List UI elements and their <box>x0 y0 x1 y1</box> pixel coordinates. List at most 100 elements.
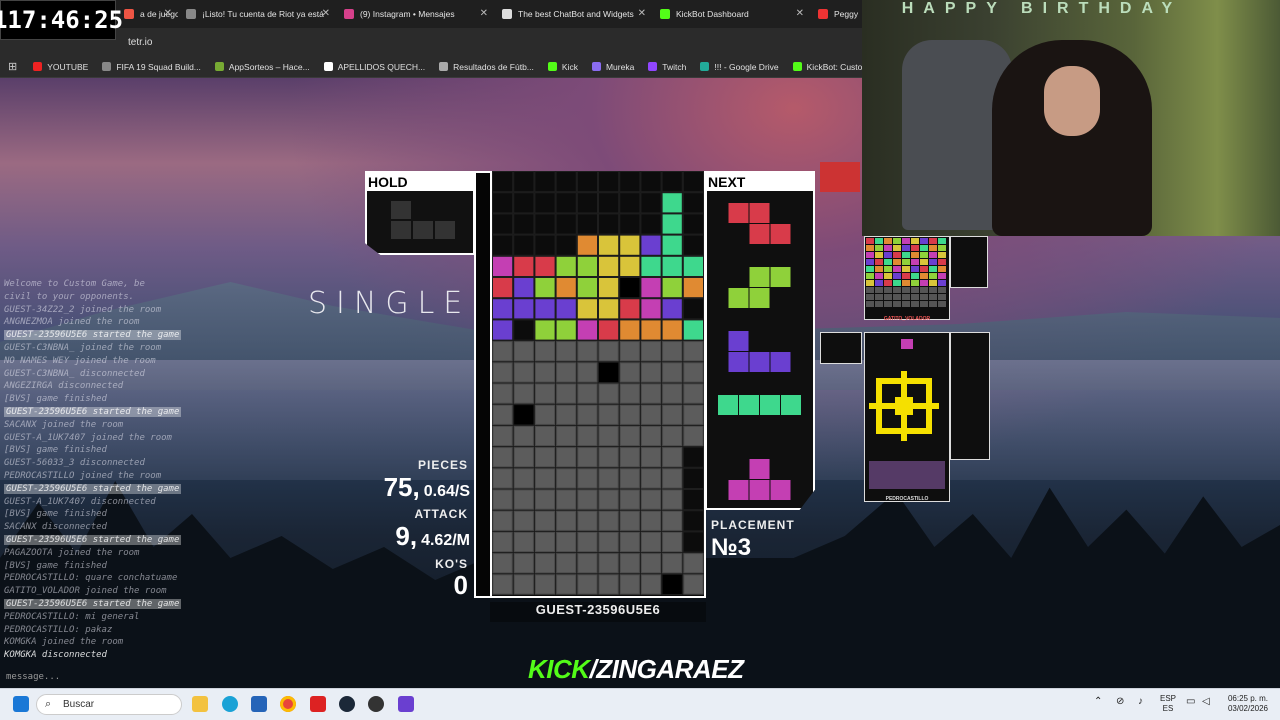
board-block <box>662 383 683 404</box>
webcam-overlay: HAPPY BIRTHDAY <box>862 0 1280 236</box>
board-block <box>513 425 534 447</box>
bookmark-3[interactable]: APELLIDOS QUECH... <box>323 62 425 72</box>
birthday-banner: HAPPY BIRTHDAY <box>901 0 1183 17</box>
obs-icon[interactable] <box>368 696 384 712</box>
chat-line: GUEST-23596U5E6 started the game <box>4 483 234 496</box>
board-block <box>534 425 556 447</box>
edge-icon[interactable] <box>222 696 238 712</box>
tab-close-icon[interactable]: ✕ <box>322 8 330 19</box>
board-block <box>640 510 662 531</box>
browser-tab-5[interactable]: Peggy <box>810 0 870 28</box>
board-cell-empty <box>576 192 599 214</box>
next-piece-block <box>739 395 759 415</box>
opponent-block <box>938 294 946 300</box>
tray-chevron-icon[interactable]: ⌃ <box>1094 697 1102 707</box>
app-red-icon[interactable] <box>310 696 326 712</box>
chat-message-input[interactable]: message... <box>0 668 250 686</box>
language-indicator[interactable]: ESP ES <box>1158 694 1178 714</box>
steam-icon[interactable] <box>339 696 355 712</box>
opponent-block <box>902 287 910 293</box>
bookmark-0[interactable]: YOUTUBE <box>33 62 88 72</box>
tab-close-icon[interactable]: ✕ <box>638 8 646 19</box>
board-block <box>619 383 640 404</box>
tab-favicon <box>186 9 196 19</box>
windows-start-icon[interactable] <box>13 696 29 712</box>
app-purple-icon[interactable] <box>398 696 414 712</box>
board-block <box>513 383 534 404</box>
board-block <box>556 256 576 276</box>
chrome-icon[interactable] <box>280 696 296 712</box>
opponent-block <box>911 245 919 251</box>
bookmark-8[interactable]: !!! - Google Drive <box>700 62 779 72</box>
board-block <box>535 320 555 340</box>
opponent-block <box>929 252 937 258</box>
board-block <box>513 489 534 510</box>
board-block <box>492 341 513 362</box>
bookmark-icon <box>214 62 224 71</box>
clock[interactable]: 06:25 p. m. 03/02/2026 <box>1222 694 1274 714</box>
bookmark-1[interactable]: FIFA 19 Squad Build... <box>102 62 201 72</box>
url-text[interactable]: tetr.io <box>128 37 152 48</box>
browser-tab-4[interactable]: KickBot Dashboard ✕ <box>652 0 810 28</box>
address-bar[interactable]: ←→⟳⌂ tetr.io <box>0 28 862 77</box>
board-block <box>599 362 619 382</box>
bookmark-5[interactable]: Kick <box>547 62 578 72</box>
board-block <box>492 404 513 425</box>
opponent-block <box>893 245 901 251</box>
taskbar-search[interactable]: ⌕ Buscar <box>36 694 182 715</box>
browser-tab-3[interactable]: The best ChatBot and Widgets ✕ <box>494 0 652 28</box>
browser-tab-0[interactable]: a de juegos✕ <box>116 0 178 28</box>
mic-icon[interactable]: ♪ <box>1138 697 1143 707</box>
opponent-block <box>893 273 901 279</box>
opponent-name-2: PEDROCASTILLO <box>885 496 929 502</box>
chat-line-text: [BVS] game finished <box>4 560 107 571</box>
language-top: ESP <box>1159 694 1176 703</box>
bookmark-icon <box>102 62 112 71</box>
board-block <box>556 574 577 595</box>
streamer-face <box>1044 66 1100 136</box>
browser-tab-1[interactable]: ¡Listo! Tu cuenta de Riot ya está ✕ <box>178 0 336 28</box>
board-cell-empty <box>619 171 641 193</box>
apps-grid-icon[interactable]: ⊞ <box>8 60 17 73</box>
opponent-block <box>920 259 928 265</box>
room-chat-log: Welcome to Custom Game, be civil to your … <box>4 278 234 662</box>
chat-line: GUEST-23596U5E6 started the game <box>4 598 234 611</box>
bookmark-6[interactable]: Mureka <box>591 62 634 72</box>
volume-icon[interactable]: ◁ <box>1202 697 1210 707</box>
board-block <box>662 553 683 574</box>
kick-channel-overlay: KICK/ZINGARAEZ <box>528 654 744 685</box>
tab-close-icon[interactable]: ✕ <box>480 8 488 19</box>
bookmark-4[interactable]: Resultados de Fútb... <box>439 62 534 72</box>
board-block <box>619 447 640 468</box>
browser-tab-2[interactable]: (9) Instagram • Mensajes ✕ <box>336 0 494 28</box>
board-block <box>598 510 619 531</box>
board-cell-empty <box>576 171 599 193</box>
tab-close-icon[interactable]: ✕ <box>796 8 804 19</box>
board-block <box>598 489 619 510</box>
store-icon[interactable] <box>251 696 267 712</box>
board-block <box>577 489 598 510</box>
board-block <box>683 425 704 447</box>
opponent-block <box>884 294 892 300</box>
tab-favicon <box>124 9 134 19</box>
next-piece-block <box>749 352 770 372</box>
display-icon[interactable]: ▭ <box>1186 697 1195 707</box>
network-icon[interactable]: ⊘ <box>1116 697 1124 707</box>
board-block <box>492 468 513 489</box>
pieces-label: PIECES <box>417 458 468 472</box>
file-explorer-icon[interactable] <box>192 696 208 712</box>
bookmark-2[interactable]: AppSorteos – Hace... <box>214 62 310 72</box>
board-block <box>620 299 640 319</box>
opponent-block <box>911 280 919 286</box>
chat-line-text: [BVS] game finished <box>4 445 107 456</box>
board-block <box>492 362 513 383</box>
board-cell-empty <box>576 213 599 235</box>
chat-line-text: SACANX joined the room <box>4 419 124 430</box>
tab-close-icon[interactable]: ✕ <box>164 8 172 19</box>
opponent-block <box>875 245 883 251</box>
board-block <box>514 256 534 276</box>
bookmark-7[interactable]: Twitch <box>648 62 686 72</box>
board-block <box>556 320 576 340</box>
opponent-block <box>875 294 883 300</box>
board-block <box>535 256 555 276</box>
